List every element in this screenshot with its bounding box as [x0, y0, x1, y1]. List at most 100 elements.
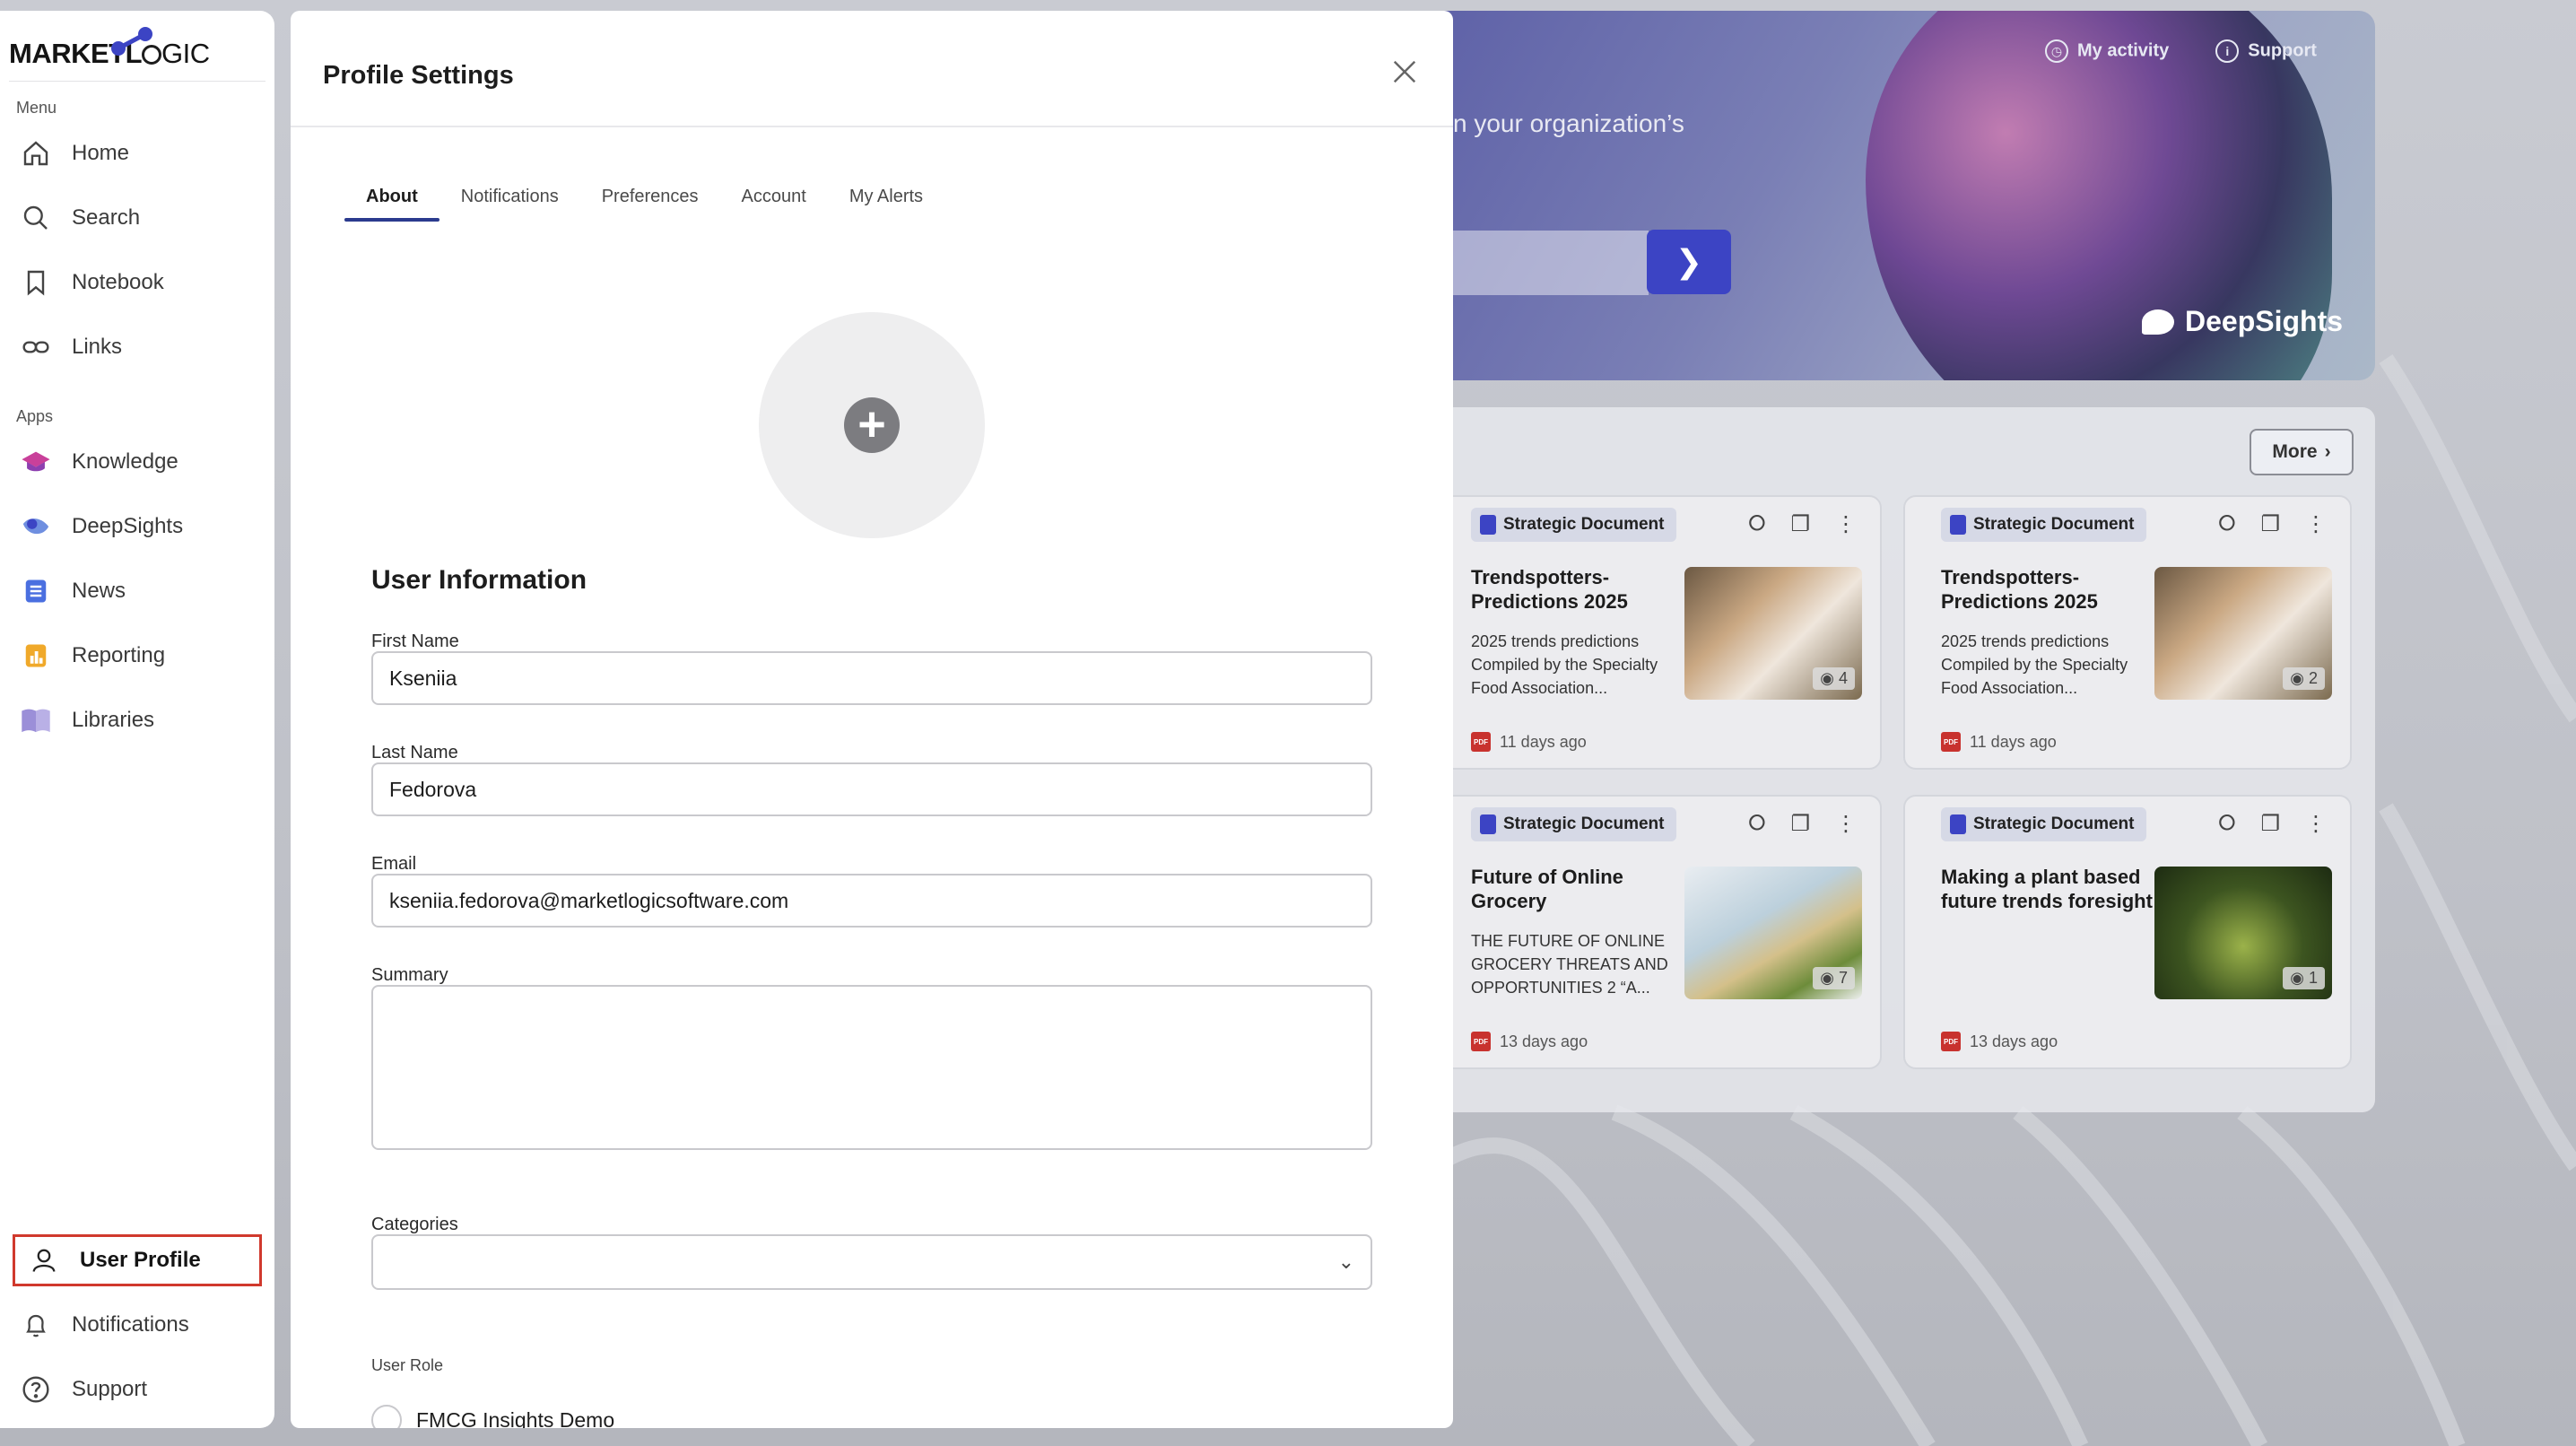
tab-my-alerts[interactable]: My Alerts [828, 178, 944, 220]
share-icon[interactable]: ⭘ [1748, 511, 1765, 537]
card-age: 11 days ago [1500, 732, 1587, 751]
menu-section-label: Menu [16, 99, 57, 117]
user-role-option[interactable]: FMCG Insights Demo [371, 1405, 614, 1428]
close-button[interactable] [1387, 54, 1423, 90]
card-title[interactable]: Future of Online Grocery [1471, 865, 1686, 913]
sidebar-item-search[interactable]: Search [20, 196, 262, 240]
hero-text: n your organization’s [1453, 109, 1684, 137]
summary-label: Summary [371, 965, 448, 985]
share-icon[interactable]: ⭘ [2218, 811, 2235, 837]
hero-search-input[interactable] [1435, 231, 1649, 295]
radio-button[interactable] [371, 1405, 402, 1428]
card-age: 11 days ago [1970, 732, 2057, 751]
deepsights-logo-icon [2142, 309, 2174, 335]
clock-icon: ◷ [2045, 39, 2068, 63]
summary-field[interactable] [371, 985, 1372, 1150]
sidebar-item-news[interactable]: News [20, 569, 262, 614]
sidebar-item-links[interactable]: Links [20, 325, 262, 370]
sidebar-item-notifications[interactable]: Notifications [20, 1302, 262, 1347]
graduation-cap-icon [20, 446, 52, 478]
card-age: 13 days ago [1970, 1032, 2058, 1050]
email-field[interactable] [371, 874, 1372, 928]
card-title[interactable]: Trendspotters-Predictions 2025 [1471, 565, 1686, 614]
dialog-header: Profile Settings [291, 11, 1453, 127]
pdf-icon: PDF [1471, 732, 1491, 752]
sidebar: MARKETL GIC Menu Home Search Notebook Lin… [0, 11, 274, 1428]
document-card[interactable]: Strategic Document ⭘ ❐ ⋮ Making a plant ba… [1903, 795, 2352, 1069]
sidebar-item-home[interactable]: Home [20, 131, 262, 176]
search-icon [20, 202, 52, 234]
first-name-field[interactable] [371, 651, 1372, 705]
more-button[interactable]: More › [2250, 429, 2354, 475]
bookmark-icon[interactable]: ❐ [1790, 811, 1810, 837]
avatar-upload[interactable]: + [759, 312, 985, 538]
info-icon: i [2215, 39, 2240, 63]
share-icon[interactable]: ⭘ [2218, 511, 2235, 537]
more-vertical-icon[interactable]: ⋮ [2305, 511, 2327, 537]
document-type-tag: Strategic Document [1471, 807, 1677, 841]
document-type-tag: Strategic Document [1941, 508, 2147, 542]
sidebar-item-notebook[interactable]: Notebook [20, 260, 262, 305]
news-icon [20, 575, 52, 607]
hero-search-submit-button[interactable]: ❯ [1647, 230, 1731, 294]
view-count: ◉ 2 [2283, 667, 2325, 690]
logo-molecule-icon [111, 27, 152, 56]
dialog-title: Profile Settings [323, 61, 514, 90]
document-icon [1950, 515, 1966, 535]
card-age: 13 days ago [1500, 1032, 1588, 1050]
help-icon [20, 1373, 52, 1406]
card-description: 2025 trends predictions Compiled by the … [1471, 632, 1658, 697]
bookmark-icon[interactable]: ❐ [1790, 511, 1810, 537]
share-icon[interactable]: ⭘ [1748, 811, 1765, 837]
document-icon [1480, 515, 1496, 535]
divider [9, 81, 265, 82]
categories-label: Categories [371, 1215, 458, 1234]
last-name-field[interactable] [371, 762, 1372, 816]
sidebar-item-reporting[interactable]: Reporting [20, 633, 262, 678]
last-name-label: Last Name [371, 743, 458, 762]
tab-account[interactable]: Account [720, 178, 828, 220]
profile-settings-dialog: Profile Settings About Notifications Pre… [291, 11, 1453, 1428]
email-label: Email [371, 854, 417, 874]
home-icon [20, 137, 52, 170]
bookmark-icon[interactable]: ❐ [2260, 511, 2280, 537]
support-link[interactable]: i Support [2215, 39, 2317, 63]
card-description: THE FUTURE OF ONLINE GROCERY THREATS AND… [1471, 932, 1668, 997]
book-icon [20, 704, 52, 736]
user-icon [28, 1244, 60, 1276]
more-vertical-icon[interactable]: ⋮ [2305, 811, 2327, 837]
close-icon [1393, 60, 1416, 83]
plus-icon: + [844, 397, 900, 453]
sidebar-item-libraries[interactable]: Libraries [20, 698, 262, 743]
my-activity-link[interactable]: ◷ My activity [2045, 39, 2169, 63]
document-type-tag: Strategic Document [1941, 807, 2147, 841]
document-icon [1480, 814, 1496, 834]
bookmark-icon [20, 266, 52, 299]
card-title[interactable]: Making a plant based future trends fores… [1941, 865, 2156, 913]
deepsights-icon [20, 510, 52, 543]
tab-about[interactable]: About [344, 178, 439, 222]
bookmark-icon[interactable]: ❐ [2260, 811, 2280, 837]
sidebar-item-support[interactable]: Support [20, 1367, 262, 1412]
sidebar-item-knowledge[interactable]: Knowledge [20, 440, 262, 484]
sidebar-item-deepsights[interactable]: DeepSights [20, 504, 262, 549]
categories-select[interactable]: ⌄ [371, 1234, 1372, 1290]
view-count: ◉ 7 [1813, 967, 1855, 989]
hero-links: ◷ My activity i Support [2045, 39, 2317, 63]
view-count: ◉ 1 [2283, 967, 2325, 989]
document-card[interactable]: Strategic Document ⭘ ❐ ⋮ Trendspotters-Pre… [1903, 495, 2352, 770]
document-type-tag: Strategic Document [1471, 508, 1677, 542]
chevron-right-icon: › [2324, 441, 2331, 462]
sidebar-item-user-profile[interactable]: User Profile [13, 1234, 262, 1286]
apps-section-label: Apps [16, 407, 54, 425]
view-count: ◉ 4 [1813, 667, 1855, 690]
user-role-label: User Role [371, 1356, 444, 1374]
document-card[interactable]: Strategic Document ⭘ ❐ ⋮ Trendspotters-Pre… [1433, 495, 1882, 770]
document-card[interactable]: Strategic Document ⭘ ❐ ⋮ Future of Online … [1433, 795, 1882, 1069]
more-vertical-icon[interactable]: ⋮ [1835, 511, 1857, 537]
card-title[interactable]: Trendspotters-Predictions 2025 [1941, 565, 2156, 614]
more-vertical-icon[interactable]: ⋮ [1835, 811, 1857, 837]
tab-notifications[interactable]: Notifications [439, 178, 580, 220]
tab-preferences[interactable]: Preferences [580, 178, 720, 220]
chevron-right-icon: ❯ [1675, 243, 1703, 280]
